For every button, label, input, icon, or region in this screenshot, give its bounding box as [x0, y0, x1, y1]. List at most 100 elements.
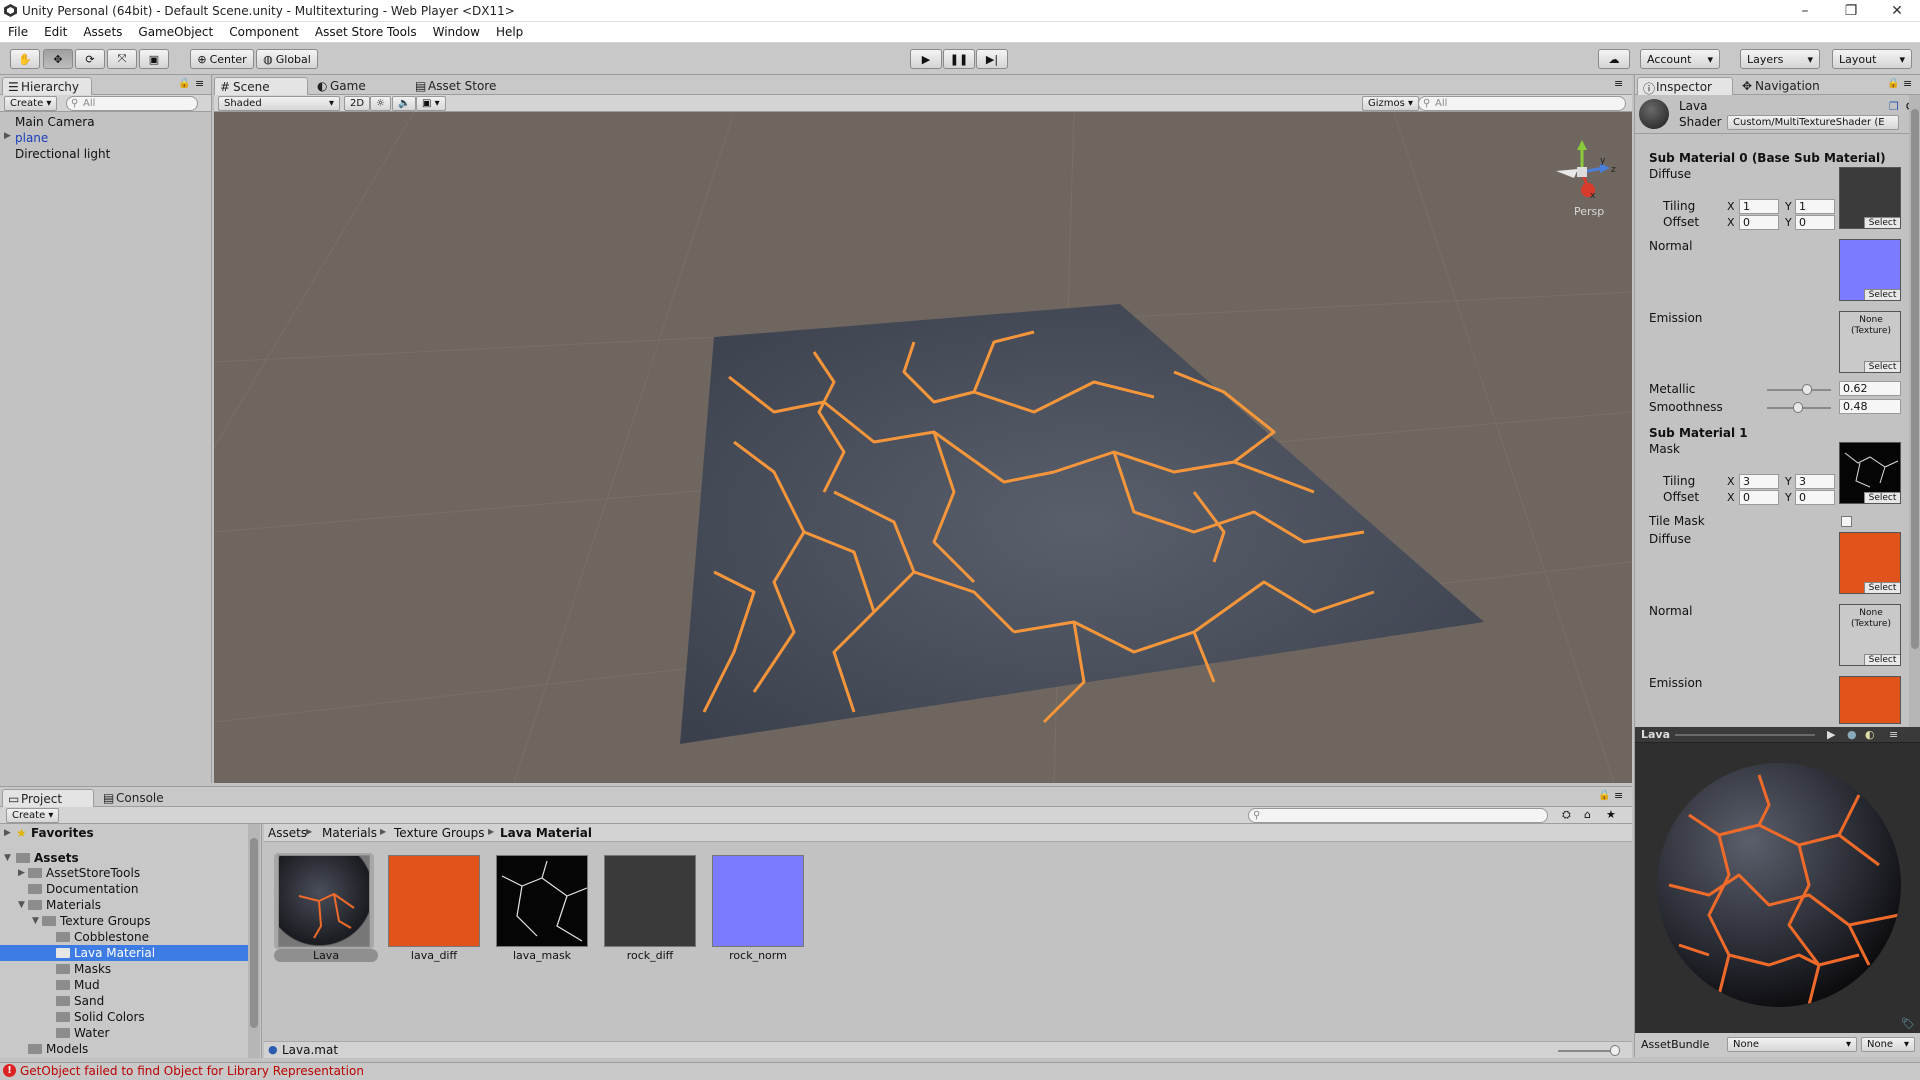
- maximize-button[interactable]: ❐: [1828, 0, 1874, 22]
- sub1-offset-x-field[interactable]: 0: [1739, 490, 1779, 505]
- project-create-button[interactable]: Create ▾: [6, 808, 60, 823]
- tree-solid-colors[interactable]: Solid Colors: [56, 1010, 145, 1024]
- rotate-tool-button[interactable]: ⟳: [75, 49, 105, 69]
- shading-mode-dropdown[interactable]: Shaded ▾: [218, 96, 340, 111]
- breadcrumb-lava-material[interactable]: Lava Material: [500, 826, 592, 840]
- tab-project[interactable]: ▭ Project: [2, 789, 94, 807]
- step-button[interactable]: ▶|: [976, 49, 1008, 69]
- assetbundle-dropdown[interactable]: None ▾: [1727, 1037, 1857, 1052]
- hand-tool-button[interactable]: ✋: [10, 49, 40, 69]
- zoom-slider-thumb[interactable]: [1610, 1045, 1620, 1056]
- hierarchy-item-plane[interactable]: plane: [15, 131, 48, 145]
- menu-edit[interactable]: Edit: [36, 22, 75, 43]
- collapse-arrow-icon[interactable]: ▼: [4, 853, 11, 863]
- sub1-tiling-x-field[interactable]: 3: [1739, 474, 1779, 489]
- cloud-button[interactable]: ☁: [1598, 49, 1630, 69]
- panel-menu-icon[interactable]: ≡: [1614, 77, 1623, 90]
- asset-name-lava-diff[interactable]: lava_diff: [384, 949, 484, 962]
- sub0-diffuse-texture[interactable]: Select: [1839, 167, 1901, 229]
- sub0-tiling-y-field[interactable]: 1: [1795, 199, 1835, 214]
- tree-asset-store-tools[interactable]: AssetStoreTools: [28, 866, 140, 880]
- play-icon[interactable]: ▶: [1827, 728, 1835, 741]
- layout-dropdown[interactable]: Layout ▾: [1832, 49, 1912, 69]
- lock-icon[interactable]: 🔒: [1887, 78, 1899, 89]
- sub0-tiling-x-field[interactable]: 1: [1739, 199, 1779, 214]
- tag-icon[interactable]: 🏷: [1901, 1017, 1915, 1030]
- gizmos-dropdown[interactable]: Gizmos ▾: [1362, 96, 1420, 111]
- panel-menu-icon[interactable]: ≡: [1889, 728, 1898, 741]
- select-button[interactable]: Select: [1864, 289, 1900, 300]
- tree-sand[interactable]: Sand: [56, 994, 104, 1008]
- hierarchy-item-main-camera[interactable]: Main Camera: [15, 115, 95, 129]
- sub0-offset-x-field[interactable]: 0: [1739, 215, 1779, 230]
- smoothness-slider-thumb[interactable]: [1792, 402, 1803, 413]
- effects-dropdown[interactable]: ▣ ▾: [416, 96, 446, 111]
- close-button[interactable]: ✕: [1874, 0, 1920, 22]
- sub1-normal-texture[interactable]: None (Texture) Select: [1839, 604, 1901, 666]
- tab-scene[interactable]: # Scene: [214, 77, 308, 95]
- tree-water[interactable]: Water: [56, 1026, 109, 1040]
- expand-arrow-icon[interactable]: ▶: [4, 828, 11, 838]
- tab-asset-store[interactable]: ▤ Asset Store: [410, 77, 520, 95]
- sub0-normal-texture[interactable]: Select: [1839, 239, 1901, 301]
- sphere-icon[interactable]: ●: [1847, 728, 1857, 741]
- tree-models[interactable]: Models: [28, 1042, 88, 1056]
- persp-label[interactable]: Persp: [1574, 205, 1604, 218]
- tab-game[interactable]: ◐ Game: [312, 77, 402, 95]
- asset-name-lava[interactable]: Lava: [276, 949, 376, 962]
- scale-tool-button[interactable]: ⤧: [107, 49, 137, 69]
- sub0-offset-y-field[interactable]: 0: [1795, 215, 1835, 230]
- scrollbar-thumb[interactable]: [250, 838, 258, 1028]
- collapse-arrow-icon[interactable]: ▼: [32, 916, 39, 926]
- zoom-slider-track[interactable]: [1558, 1050, 1618, 1052]
- asset-lava-material[interactable]: [278, 855, 370, 947]
- move-tool-button[interactable]: ✥: [43, 49, 73, 69]
- collapse-arrow-icon[interactable]: ▼: [18, 900, 25, 910]
- hierarchy-create-button[interactable]: Create ▾: [4, 96, 58, 111]
- scene-search-input[interactable]: ⚲ All: [1418, 96, 1626, 111]
- asset-lava-mask[interactable]: [496, 855, 588, 947]
- select-button[interactable]: Select: [1864, 654, 1900, 665]
- expand-arrow-icon[interactable]: ▶: [4, 131, 11, 141]
- tree-cobblestone[interactable]: Cobblestone: [56, 930, 149, 944]
- project-search-input[interactable]: ⚲: [1248, 808, 1548, 823]
- preview-drag-bar[interactable]: [1675, 734, 1815, 736]
- smoothness-field[interactable]: 0.48: [1839, 399, 1901, 414]
- asset-rock-norm[interactable]: [712, 855, 804, 947]
- sub1-emission-texture[interactable]: [1839, 676, 1901, 724]
- pivot-center-button[interactable]: ⊕ Center: [190, 49, 254, 69]
- select-button[interactable]: Select: [1864, 361, 1900, 372]
- panel-menu-icon[interactable]: ≡: [1614, 789, 1623, 802]
- tree-materials[interactable]: Materials: [28, 898, 101, 912]
- expand-arrow-icon[interactable]: ▶: [18, 868, 25, 878]
- metallic-field[interactable]: 0.62: [1839, 381, 1901, 396]
- menu-help[interactable]: Help: [488, 22, 531, 43]
- assetbundle-variant-dropdown[interactable]: None ▾: [1861, 1037, 1915, 1052]
- tree-documentation[interactable]: Documentation: [28, 882, 139, 896]
- lava-plane[interactable]: [680, 304, 1484, 744]
- hierarchy-search-input[interactable]: ⚲ All: [66, 96, 198, 111]
- star-icon[interactable]: ★: [1606, 808, 1616, 821]
- play-button[interactable]: ▶: [910, 49, 942, 69]
- sub0-emission-texture[interactable]: None (Texture) Select: [1839, 311, 1901, 373]
- tree-masks[interactable]: Masks: [56, 962, 111, 976]
- pause-button[interactable]: ❚❚: [943, 49, 975, 69]
- tab-console[interactable]: ▤ Console: [98, 789, 188, 807]
- scrollbar-thumb[interactable]: [1911, 109, 1919, 649]
- breadcrumb-materials[interactable]: Materials: [322, 826, 377, 840]
- pivot-global-button[interactable]: ◍ Global: [256, 49, 318, 69]
- tab-navigation[interactable]: ✥ Navigation: [1737, 77, 1837, 95]
- inspector-scrollbar[interactable]: [1909, 95, 1920, 727]
- asset-name-lava-mask[interactable]: lava_mask: [492, 949, 592, 962]
- material-preview-sphere[interactable]: [1649, 755, 1907, 1017]
- select-button[interactable]: Select: [1864, 217, 1900, 228]
- tab-hierarchy[interactable]: ☰ Hierarchy: [2, 77, 92, 95]
- menu-window[interactable]: Window: [425, 22, 488, 43]
- rect-tool-button[interactable]: ▣: [139, 49, 169, 69]
- panel-menu-icon[interactable]: ≡: [195, 77, 204, 90]
- menu-asset-store-tools[interactable]: Asset Store Tools: [307, 22, 425, 43]
- menu-component[interactable]: Component: [221, 22, 307, 43]
- tree-favorites[interactable]: ★ Favorites: [16, 826, 94, 840]
- tree-scrollbar[interactable]: [248, 824, 260, 1058]
- hierarchy-item-directional-light[interactable]: Directional light: [15, 147, 110, 161]
